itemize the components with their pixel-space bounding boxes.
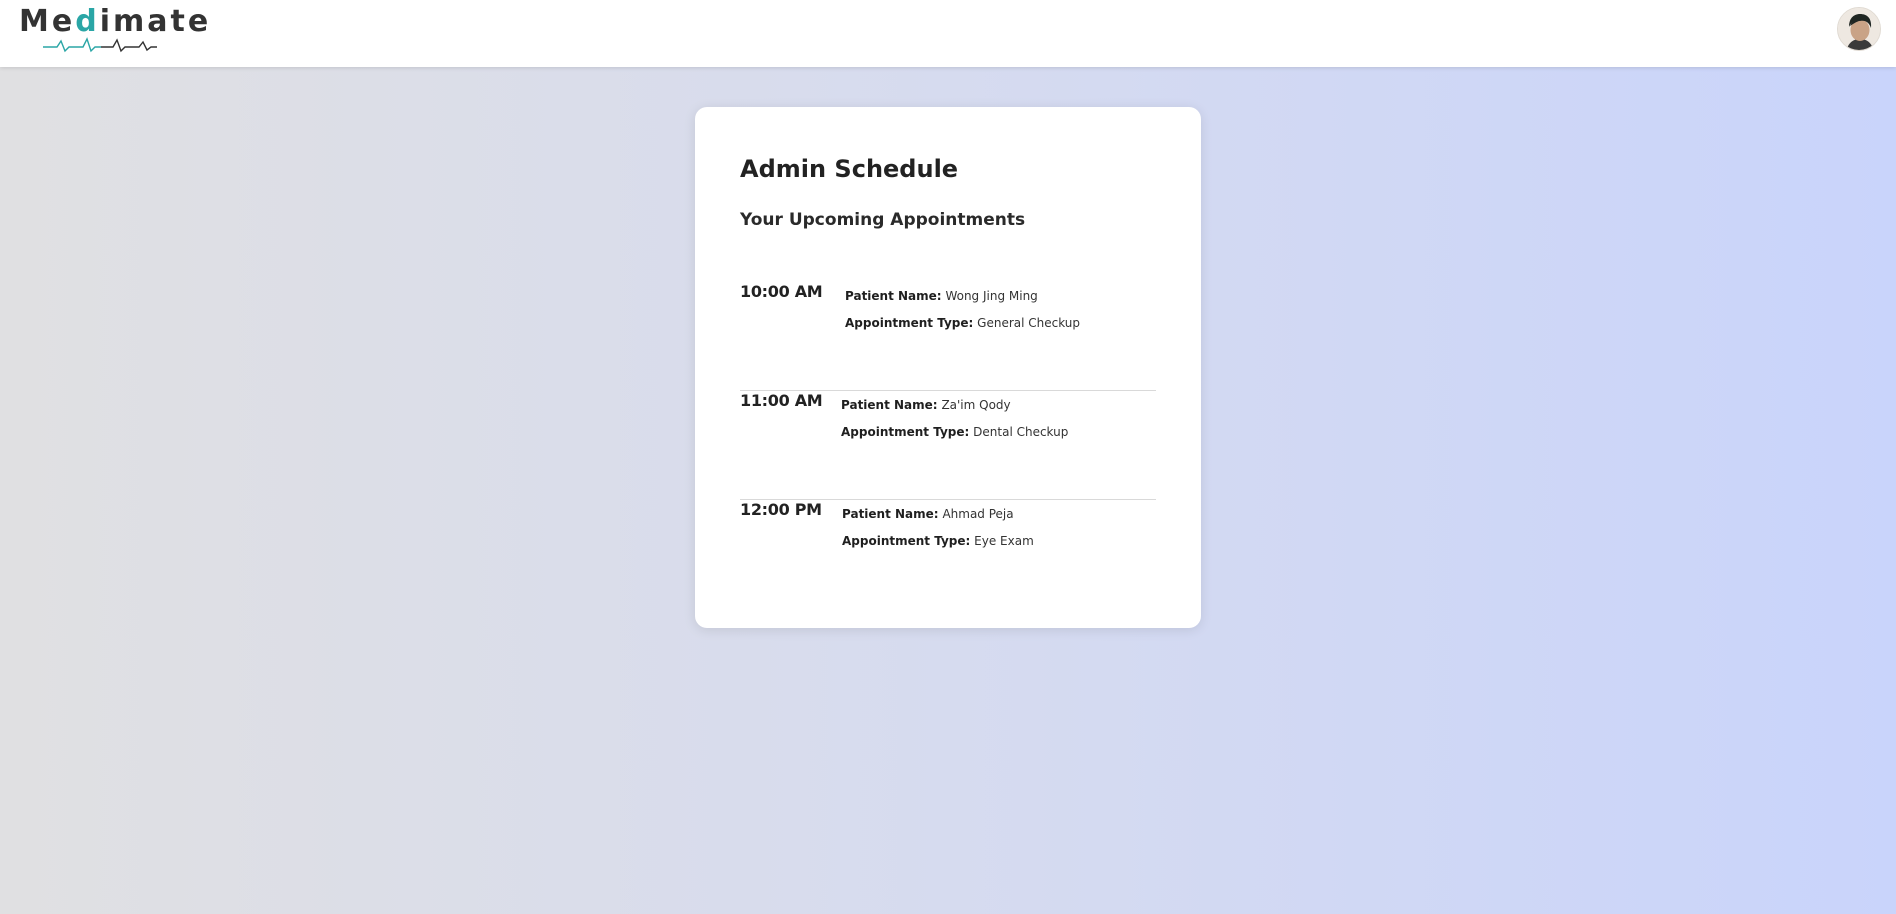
- user-avatar[interactable]: [1837, 7, 1881, 51]
- appointment-type-label: Appointment Type:: [845, 316, 974, 330]
- schedule-card: Admin Schedule Your Upcoming Appointment…: [695, 107, 1201, 628]
- appointment-item: 12:00 PM Patient Name: Ahmad Peja Appoin…: [740, 500, 1156, 609]
- appointment-details: Patient Name: Wong Jing Ming Appointment…: [845, 288, 1080, 342]
- top-navbar: Medimate: [0, 0, 1896, 67]
- appointment-type-label: Appointment Type:: [842, 534, 971, 548]
- appointment-type-label: Appointment Type:: [841, 425, 970, 439]
- patient-name-label: Patient Name:: [842, 507, 939, 521]
- section-subtitle: Your Upcoming Appointments: [740, 210, 1026, 230]
- patient-name-value: Za'im Qody: [941, 398, 1011, 412]
- patient-name-label: Patient Name:: [841, 398, 938, 412]
- appointment-details: Patient Name: Ahmad Peja Appointment Typ…: [842, 506, 1034, 560]
- patient-name-row: Patient Name: Za'im Qody: [841, 397, 1068, 424]
- appointment-type-value: Eye Exam: [974, 534, 1034, 548]
- appointment-time: 10:00 AM: [740, 282, 823, 301]
- appointment-type-row: Appointment Type: Eye Exam: [842, 533, 1034, 560]
- heartbeat-line-icon: [43, 37, 157, 53]
- appointment-item: 10:00 AM Patient Name: Wong Jing Ming Ap…: [740, 282, 1156, 391]
- appointment-type-value: Dental Checkup: [973, 425, 1069, 439]
- patient-name-value: Wong Jing Ming: [945, 289, 1038, 303]
- medimate-logo[interactable]: Medimate: [19, 4, 208, 53]
- appointment-type-row: Appointment Type: Dental Checkup: [841, 424, 1068, 451]
- appointment-item: 11:00 AM Patient Name: Za'im Qody Appoin…: [740, 391, 1156, 500]
- patient-name-row: Patient Name: Wong Jing Ming: [845, 288, 1080, 315]
- patient-name-label: Patient Name:: [845, 289, 942, 303]
- patient-name-value: Ahmad Peja: [942, 507, 1014, 521]
- logo-wordmark: Medimate: [19, 4, 212, 39]
- appointment-type-value: General Checkup: [977, 316, 1081, 330]
- appointment-details: Patient Name: Za'im Qody Appointment Typ…: [841, 397, 1068, 451]
- appointment-type-row: Appointment Type: General Checkup: [845, 315, 1080, 342]
- patient-name-row: Patient Name: Ahmad Peja: [842, 506, 1034, 533]
- page-title: Admin Schedule: [740, 155, 959, 183]
- appointment-time: 12:00 PM: [740, 500, 822, 519]
- user-avatar-icon: [1838, 8, 1880, 50]
- appointment-time: 11:00 AM: [740, 391, 823, 410]
